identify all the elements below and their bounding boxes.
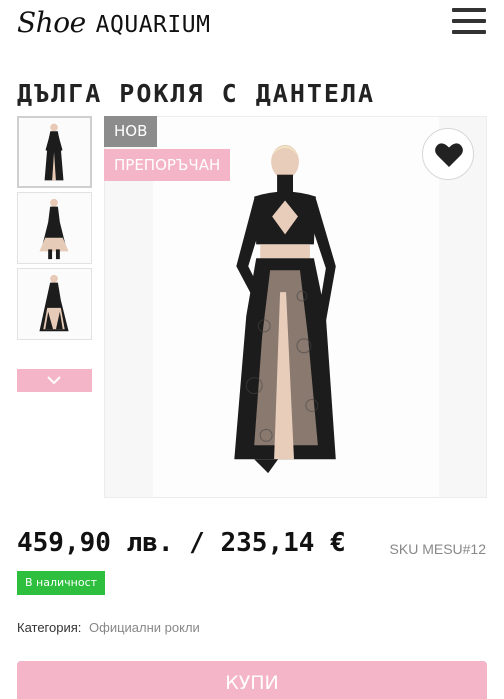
hamburger-menu-icon[interactable] — [452, 8, 488, 34]
category-link[interactable]: Официални рокли — [89, 620, 200, 635]
thumbnail-1-image — [19, 118, 90, 186]
chevron-down-icon — [47, 376, 61, 385]
thumbnail-1[interactable] — [17, 116, 92, 188]
thumbnail-2[interactable] — [17, 192, 92, 264]
product-sku: SKU MESU#12 — [389, 541, 486, 557]
category-label: Категория: — [17, 620, 82, 635]
product-price: 459,90 лв. / 235,14 € — [17, 528, 346, 558]
logo-script-text: Shoe — [17, 6, 86, 39]
stock-badge: В наличност — [17, 571, 106, 595]
heart-icon — [435, 143, 463, 167]
site-header: Shoe AQUARIUM — [0, 0, 504, 60]
thumbnail-next-button[interactable] — [17, 369, 92, 392]
badge-new: НОВ — [104, 116, 158, 147]
thumbnail-3[interactable] — [17, 268, 92, 340]
product-category: Категория: Официални рокли — [17, 620, 200, 635]
product-title: ДЪЛГА РОКЛЯ С ДАНТЕЛА — [17, 79, 376, 108]
favorite-button[interactable] — [422, 128, 474, 180]
logo-caps-text: AQUARIUM — [95, 12, 211, 38]
thumbnail-2-image — [18, 193, 91, 263]
thumbnail-3-image — [18, 269, 91, 339]
badge-recommended: ПРЕПОРЪЧАН — [104, 149, 231, 181]
site-logo[interactable]: Shoe AQUARIUM — [17, 6, 210, 42]
buy-button[interactable]: КУПИ — [17, 661, 487, 699]
